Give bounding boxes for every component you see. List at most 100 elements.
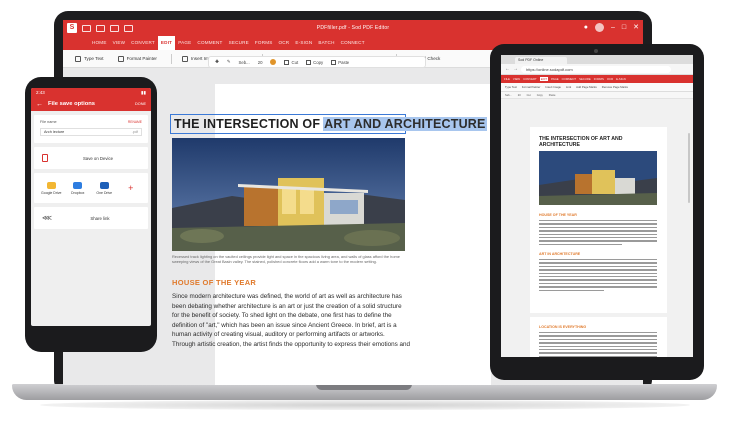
dropbox-option[interactable]: Dropbox [65,181,92,195]
tablet-text-block-2 [539,259,657,293]
tablet-ribbon: Type Text Format Painter Insert Image Li… [501,83,693,92]
phone-time: 2:43 [36,90,45,95]
maximize-icon[interactable]: □ [622,23,626,32]
tablet-add-page-marks-button[interactable]: Add Page Marks [576,85,597,89]
body-paragraph: Since modern architecture was defined, t… [172,292,410,350]
window-title: PDFfiller.pdf - Sod PDF Editor [316,25,390,31]
paragraph-1: Since modern architecture was defined, t… [172,293,402,339]
format-painter-button[interactable]: Format Painter [117,55,157,62]
tablet-menu-view[interactable]: VIEW [513,77,520,81]
bold-icon[interactable]: ❖ [215,59,219,65]
menu-ocr[interactable]: OCR [276,36,293,50]
tablet-link-button[interactable]: Link [566,85,571,89]
scissors-icon [284,59,290,65]
tablet-insert-image-button[interactable]: Insert Image [545,85,561,89]
phone-status-bar: 2:43 ▮▮ [31,88,151,97]
document-heading[interactable]: THE INTERSECTION OF ART AND ARCHITECTURE [170,114,487,134]
minimize-icon[interactable]: – [611,23,615,32]
title-bar: S PDFfiller.pdf - Sod PDF Editor ● – □ ✕ [63,20,643,36]
forward-arrow-icon[interactable]: → [513,66,518,72]
heading-selected-text[interactable]: ART AND ARCHITECTURE [323,117,487,131]
tablet-format-painter-button[interactable]: Format Painter [522,85,541,89]
menu-connect[interactable]: CONNECT [338,36,368,50]
signal-icon: ▮▮ [141,90,146,95]
menu-comment[interactable]: COMMENT [194,36,225,50]
tablet-scrollbar[interactable] [688,133,690,203]
laptop-shadow [40,400,690,410]
rename-button[interactable]: RENAME [128,120,142,124]
menu-convert[interactable]: CONVERT [128,36,158,50]
menu-batch[interactable]: BATCH [315,36,337,50]
add-storage-icon[interactable]: + [118,183,145,193]
back-arrow-icon[interactable]: ← [505,66,510,72]
tablet-menu-page[interactable]: PAGE [551,77,559,81]
menu-page[interactable]: PAGE [175,36,194,50]
one-drive-option[interactable]: One Drive [91,181,118,195]
tablet-text-block-3 [539,332,657,357]
tablet-copy-button[interactable]: Copy [537,94,543,97]
one-drive-icon [99,181,109,189]
clipboard-icon [331,59,337,65]
copy-label: Copy [313,59,324,65]
tablet-paste-button[interactable]: Paste [549,94,556,97]
share-link-option[interactable]: ⋘ Share link [34,207,148,229]
tablet-format-toolbar: Seb... 20 Cut Copy Paste [501,92,693,99]
tablet-remove-page-marks-button[interactable]: Remove Page Marks [602,85,628,89]
tablet-cut-button[interactable]: Cut [527,94,531,97]
menu-view[interactable]: VIEW [110,36,129,50]
house-photo-graphic [172,138,405,251]
text-format-toolbar: ❖ ✎ Seb... 20 Cut Copy Paste [208,56,426,68]
section-title: HOUSE OF THE YEAR [172,278,257,287]
brush-icon [117,55,124,62]
tablet-menu-ocr[interactable]: OCR [607,77,613,81]
tablet-menu-esign[interactable]: E-SIGN [616,77,626,81]
google-drive-option[interactable]: Google Drive [38,181,65,195]
url-field[interactable]: https://online.sodapdf.com [521,65,671,73]
close-icon[interactable]: ✕ [633,23,639,32]
tablet-type-text-button[interactable]: Type Text [505,85,517,89]
cloud-options: Google Drive Dropbox One Drive + [34,173,148,203]
dropbox-label: Dropbox [71,190,85,195]
paste-button[interactable]: Paste [331,59,349,65]
tablet-font-family-select[interactable]: Seb... [505,94,512,97]
file-extension: .pdf [131,130,138,134]
cut-label: Cut [291,59,299,65]
highlight-color-swatch[interactable] [270,59,277,65]
tablet-menu-secure[interactable]: SECURE [579,77,591,81]
avatar[interactable] [594,23,604,32]
tablet-menu-file[interactable]: FILE [504,77,510,81]
pen-icon[interactable]: ✎ [227,59,231,65]
tablet-menu-forms[interactable]: FORMS [594,77,604,81]
type-text-label: Type Text [84,56,104,61]
menu-esign[interactable]: E-SIGN [292,36,315,50]
menu-home[interactable]: HOME [89,36,110,50]
one-drive-label: One Drive [96,190,113,195]
tablet-menu-edit[interactable]: EDIT [539,77,549,81]
copy-button[interactable]: Copy [306,59,324,65]
menu-forms[interactable]: FORMS [252,36,276,50]
google-drive-label: Google Drive [41,190,62,195]
font-size-select[interactable]: 20 [258,60,263,65]
house-photo[interactable] [172,138,405,251]
bell-icon[interactable]: ● [584,23,588,32]
tablet-menu-convert[interactable]: CONVERT [523,77,537,81]
file-name-input[interactable]: Arch lecture .pdf [40,128,142,136]
browser-tab[interactable]: Sod PDF Online [515,57,567,64]
cut-button[interactable]: Cut [284,59,299,65]
file-name-label: File name [40,120,57,124]
type-text-button[interactable]: Type Text [75,55,104,62]
save-on-device-option[interactable]: Save on Device [34,147,148,169]
tablet-house-photo [539,151,657,205]
font-family-select[interactable]: Seb... [238,60,249,65]
tablet-menu-comment[interactable]: COMMENT [562,77,576,81]
menu-secure[interactable]: SECURE [226,36,252,50]
text-icon [75,55,81,62]
back-arrow-icon[interactable]: ← [36,101,43,108]
tablet-menu-bar: FILE VIEW CONVERT EDIT PAGE COMMENT SECU… [501,75,693,83]
done-button[interactable]: DONE [135,102,146,106]
tablet-document-page: THE INTERSECTION OF ART AND ARCHITECTURE… [530,127,667,313]
tablet-document-page-2: LOCATION IS EVERYTHING [530,317,667,357]
tablet-font-size-select[interactable]: 20 [518,94,521,97]
menu-edit[interactable]: EDIT [157,36,176,50]
save-on-device-label: Save on Device [82,155,114,161]
